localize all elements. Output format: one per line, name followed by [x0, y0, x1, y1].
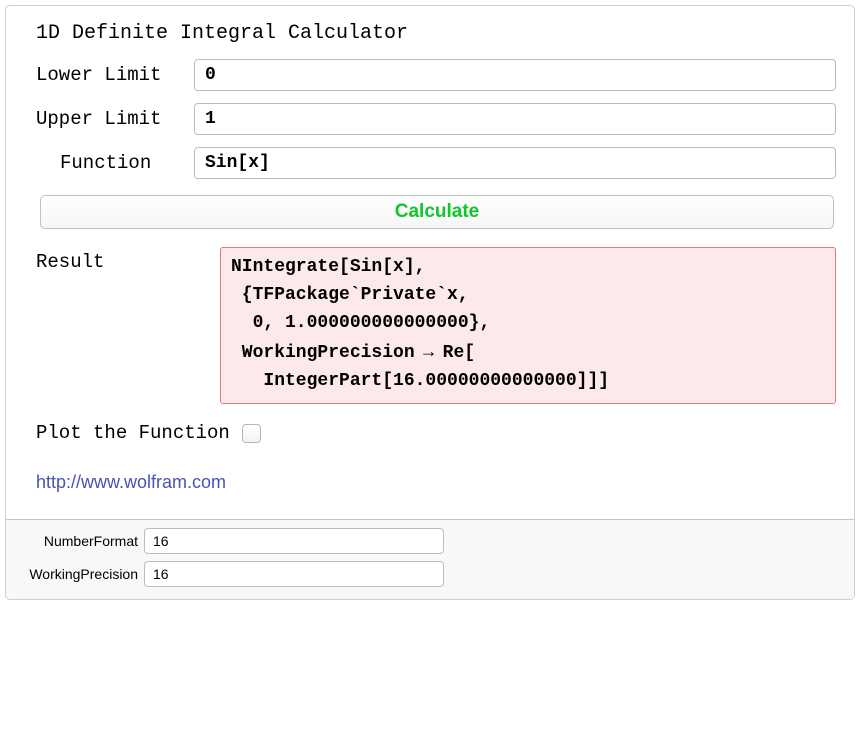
main-panel: 1D Definite Integral Calculator Lower Li… — [6, 6, 854, 519]
calculator-panel: 1D Definite Integral Calculator Lower Li… — [5, 5, 855, 600]
row-upper-limit: Upper Limit — [36, 103, 836, 135]
rule-arrow-icon: → — [415, 341, 443, 361]
working-precision-input[interactable] — [144, 561, 444, 587]
row-working-precision: WorkingPrecision — [20, 561, 840, 587]
result-line-3: 0, 1.000000000000000}, — [231, 313, 490, 333]
function-label: Function — [60, 152, 186, 174]
result-line-1: NIntegrate[Sin[x], — [231, 257, 425, 277]
result-label: Result — [36, 247, 212, 273]
lower-limit-label: Lower Limit — [36, 64, 186, 86]
settings-panel: NumberFormat WorkingPrecision — [6, 519, 854, 599]
plot-function-label: Plot the Function — [36, 422, 230, 444]
working-precision-label: WorkingPrecision — [20, 566, 138, 582]
result-line-4a: WorkingPrecision — [231, 343, 415, 363]
calculate-button[interactable]: Calculate — [40, 195, 834, 229]
wolfram-link[interactable]: http://www.wolfram.com — [36, 472, 226, 493]
page-title: 1D Definite Integral Calculator — [36, 22, 836, 45]
number-format-input[interactable] — [144, 528, 444, 554]
result-line-2: {TFPackage`Private`x, — [231, 285, 469, 305]
plot-function-checkbox[interactable] — [242, 424, 261, 443]
result-output: NIntegrate[Sin[x], {TFPackage`Private`x,… — [220, 247, 836, 404]
function-input[interactable] — [194, 147, 836, 179]
row-plot-function: Plot the Function — [36, 422, 836, 444]
row-function: Function — [60, 147, 836, 179]
lower-limit-input[interactable] — [194, 59, 836, 91]
upper-limit-label: Upper Limit — [36, 108, 186, 130]
row-number-format: NumberFormat — [20, 528, 840, 554]
row-result: Result NIntegrate[Sin[x], {TFPackage`Pri… — [36, 247, 836, 404]
number-format-label: NumberFormat — [20, 533, 138, 549]
result-line-5: IntegerPart[16.00000000000000]]] — [231, 371, 609, 391]
result-line-4b: Re[ — [443, 343, 475, 363]
upper-limit-input[interactable] — [194, 103, 836, 135]
row-lower-limit: Lower Limit — [36, 59, 836, 91]
